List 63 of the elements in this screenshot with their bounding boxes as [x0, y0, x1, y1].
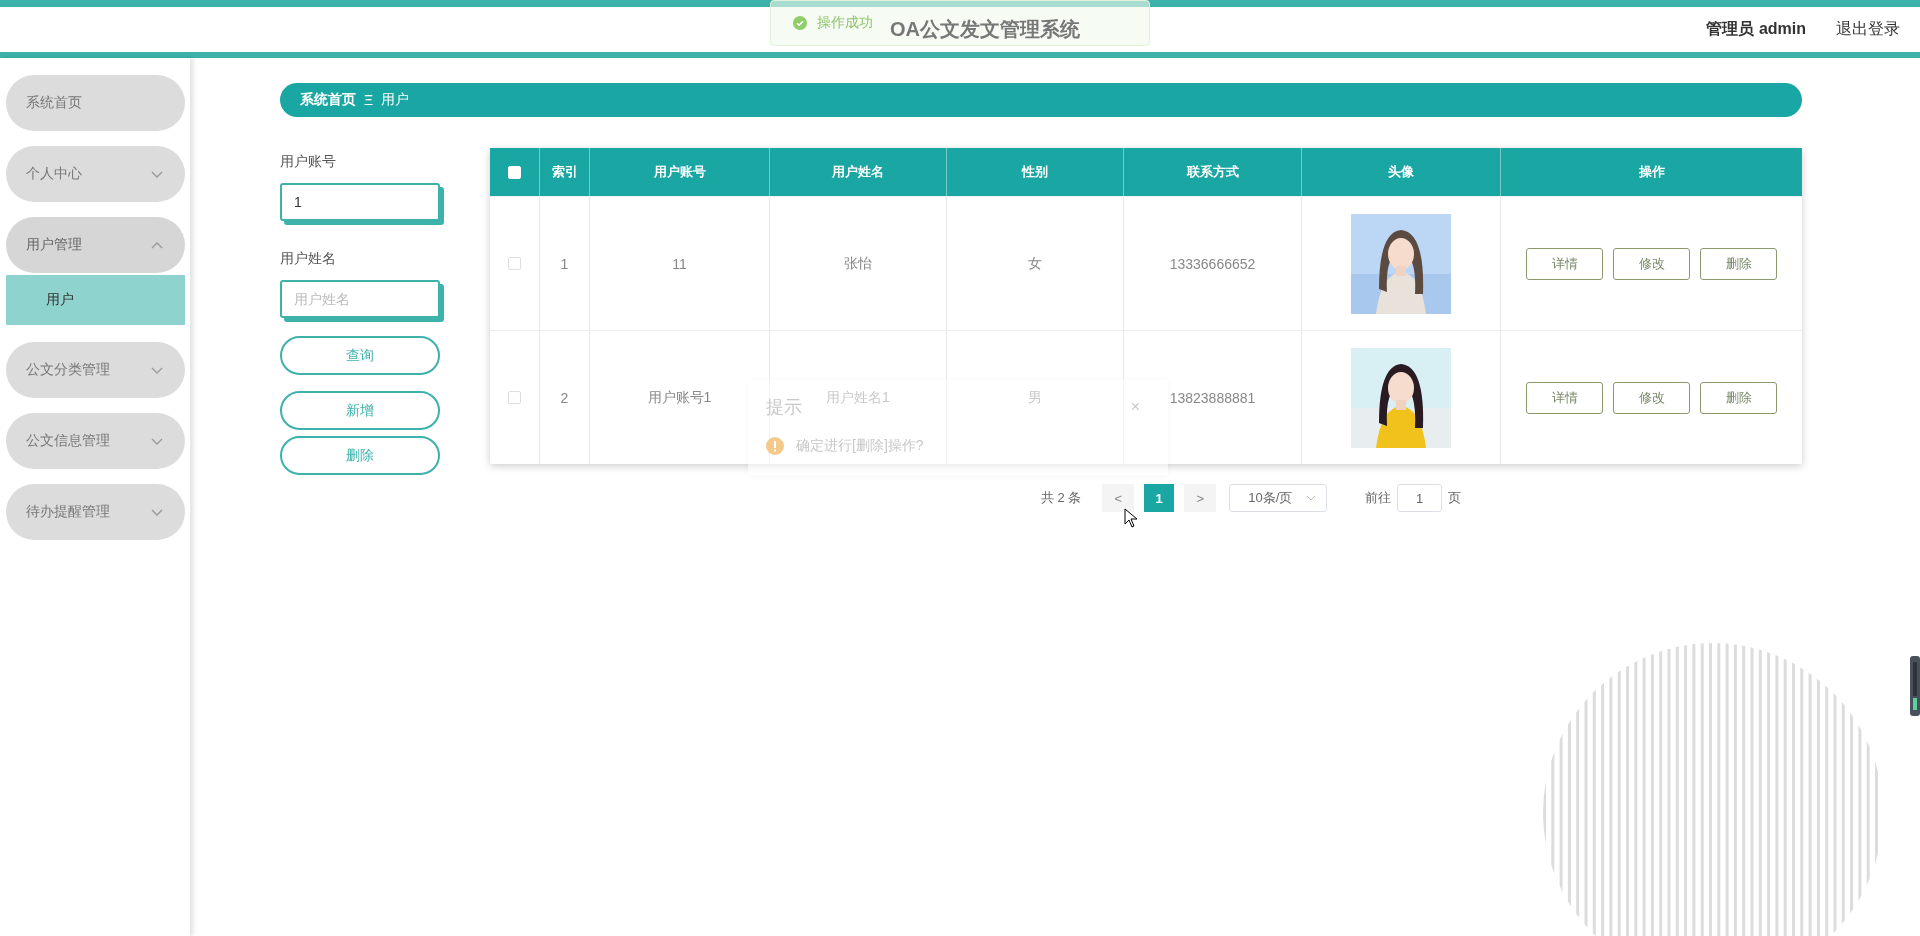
row-action-button[interactable]: 详情: [1526, 247, 1603, 280]
row-checkbox[interactable]: [508, 391, 521, 404]
input-field[interactable]: 用户姓名: [280, 280, 440, 318]
column-header: 性别: [1022, 163, 1048, 181]
row-action-button[interactable]: 删除: [1700, 247, 1777, 280]
column-header: 用户姓名: [832, 163, 884, 181]
row-action-button[interactable]: 修改: [1613, 381, 1690, 414]
chevron-icon: [151, 170, 163, 178]
page-input[interactable]: 1: [1397, 484, 1443, 512]
table-cell: 2: [560, 389, 569, 406]
table-cell: 13336666652: [1169, 255, 1256, 272]
row-action-button[interactable]: 详情: [1526, 381, 1603, 414]
column-header: 索引: [551, 163, 578, 181]
table-cell: 11: [672, 255, 687, 272]
form-button[interactable]: 查询: [280, 336, 440, 375]
menu-item[interactable]: 系统首页: [6, 75, 185, 131]
cursor-icon: [1124, 508, 1138, 528]
total-count: 共 2 条: [1040, 489, 1082, 507]
breadcrumb-link[interactable]: 用户: [381, 91, 410, 109]
menu-item[interactable]: 个人中心: [6, 146, 185, 202]
table-cell: 用户账号1: [647, 388, 712, 407]
goto-suffix: 页: [1448, 489, 1462, 507]
table-cell: 13823888881: [1169, 389, 1256, 406]
input-field[interactable]: 1: [280, 183, 440, 221]
form-button[interactable]: 新增: [280, 391, 440, 430]
breadcrumb-separator: Ξ: [364, 92, 374, 108]
form-button[interactable]: 删除: [280, 436, 440, 475]
table-cell: 1: [560, 255, 569, 272]
field-label: 用户姓名: [280, 250, 337, 268]
next-page-button[interactable]: >: [1184, 484, 1217, 512]
submenu-item[interactable]: 用户: [6, 275, 185, 325]
column-header: 用户账号: [653, 163, 706, 181]
table-cell: 女: [1028, 254, 1042, 273]
page-size-select[interactable]: 10条/页: [1229, 484, 1328, 512]
app-title: OA公文发文管理系统: [890, 17, 1080, 42]
side-widget: [1910, 656, 1920, 716]
column-header: 操作: [1638, 163, 1665, 181]
warning-icon: [766, 437, 784, 455]
chevron-icon: [151, 508, 163, 516]
row-action-button[interactable]: 修改: [1613, 247, 1690, 280]
chevron-icon: [151, 241, 163, 249]
menu-item[interactable]: 待办提醒管理: [6, 484, 185, 540]
prev-page-button[interactable]: <: [1102, 484, 1135, 512]
row-checkbox[interactable]: [508, 257, 521, 270]
column-header: 联系方式: [1186, 163, 1239, 181]
column-header: 头像: [1388, 163, 1414, 181]
breadcrumb-link[interactable]: 系统首页: [300, 91, 356, 109]
table-cell: 张怡: [844, 254, 872, 273]
row-action-button[interactable]: 删除: [1700, 381, 1777, 414]
header-checkbox[interactable]: [508, 165, 521, 179]
chevron-icon: [151, 366, 163, 374]
menu-item[interactable]: 公文分类管理: [6, 342, 185, 398]
menu-item[interactable]: 用户管理: [6, 217, 185, 273]
chevron-icon: [1306, 495, 1317, 501]
menu-item[interactable]: 公文信息管理: [6, 413, 185, 469]
goto-label: 前往: [1365, 489, 1392, 507]
check-circle-icon: [793, 16, 807, 30]
user-label: 管理员 admin: [1706, 19, 1806, 39]
logout-link[interactable]: 退出登录: [1836, 19, 1900, 40]
field-label: 用户账号: [280, 153, 337, 171]
toast-message: 操作成功: [817, 14, 873, 32]
chevron-icon: [151, 437, 163, 445]
page-number-button[interactable]: 1: [1144, 484, 1175, 512]
